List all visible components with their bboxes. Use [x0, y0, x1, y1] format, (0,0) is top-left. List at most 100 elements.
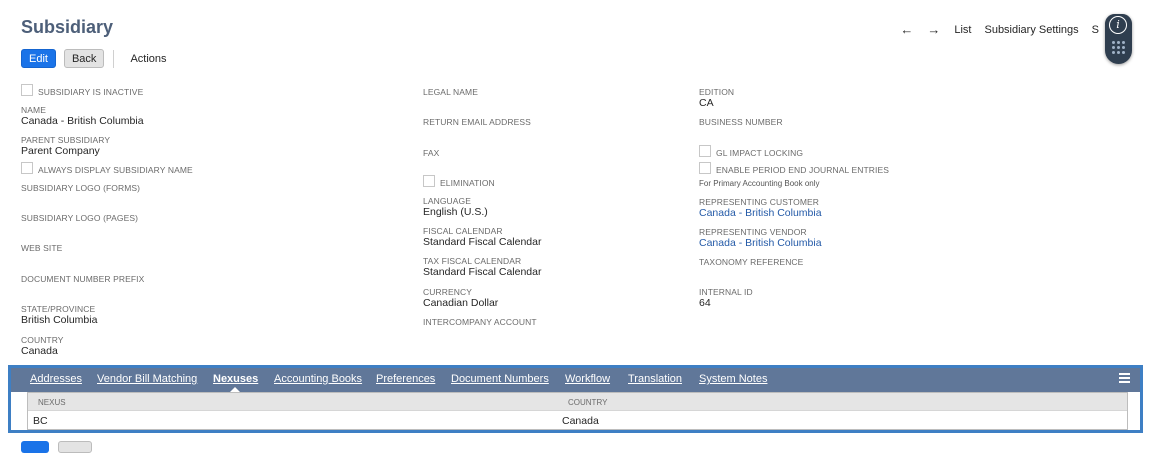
- business-number-field: BUSINESS NUMBER: [699, 117, 783, 127]
- legal-name-field: LEGAL NAME: [423, 87, 478, 97]
- bottom-button-bar: [21, 441, 92, 453]
- representing-customer-link[interactable]: Canada - British Columbia: [699, 207, 822, 220]
- tab-nexuses[interactable]: Nexuses: [213, 373, 258, 385]
- field-label: STATE/PROVINCE: [21, 304, 96, 314]
- table-cell-country: Canada: [562, 415, 599, 427]
- field-label: EDITION: [699, 87, 735, 97]
- tab-translation[interactable]: Translation: [628, 373, 682, 385]
- field-label: SUBSIDIARY LOGO (PAGES): [21, 213, 139, 223]
- edit-button-bottom[interactable]: [21, 441, 49, 453]
- field-label: REPRESENTING VENDOR: [699, 227, 807, 237]
- gl-impact-locking-checkbox[interactable]: GL IMPACT LOCKING: [699, 145, 804, 158]
- back-button[interactable]: Back: [63, 49, 105, 68]
- representing-vendor-link[interactable]: Canada - British Columbia: [699, 237, 822, 250]
- currency-field: CURRENCY Canadian Dollar: [423, 287, 498, 310]
- info-icon[interactable]: i: [1109, 16, 1127, 34]
- checkbox-box[interactable]: [423, 175, 435, 187]
- parent-subsidiary-field: PARENT SUBSIDIARY Parent Company: [21, 135, 110, 158]
- truncated-link[interactable]: S: [1092, 24, 1099, 36]
- divider: [113, 49, 115, 68]
- table-cell-nexus[interactable]: BC: [33, 415, 48, 427]
- button-bar: Edit Back Actions: [21, 49, 167, 68]
- tab-bar: Addresses Vendor Bill Matching Nexuses A…: [11, 368, 1140, 392]
- field-label: ALWAYS DISPLAY SUBSIDIARY NAME: [38, 165, 193, 175]
- field-label: COUNTRY: [21, 335, 64, 345]
- field-value: Standard Fiscal Calendar: [423, 266, 542, 278]
- name-field: NAME Canada - British Columbia: [21, 105, 144, 128]
- field-label: INTERCOMPANY ACCOUNT: [423, 317, 537, 327]
- representing-vendor-field: REPRESENTING VENDOR Canada - British Col…: [699, 227, 822, 250]
- apps-grid-icon[interactable]: [1112, 41, 1125, 54]
- field-label: GL IMPACT LOCKING: [716, 148, 804, 158]
- field-label: LEGAL NAME: [423, 87, 479, 97]
- always-display-name-checkbox[interactable]: ALWAYS DISPLAY SUBSIDIARY NAME: [21, 162, 193, 175]
- column-header-nexus[interactable]: NEXUS: [38, 398, 66, 407]
- field-label: REPRESENTING CUSTOMER: [699, 197, 820, 207]
- previous-arrow-icon[interactable]: ←: [900, 22, 913, 37]
- checkbox-box[interactable]: [699, 145, 711, 157]
- field-value: English (U.S.): [423, 206, 488, 218]
- state-province-field: STATE/PROVINCE British Columbia: [21, 304, 97, 327]
- intercompany-account-field: INTERCOMPANY ACCOUNT: [423, 317, 537, 327]
- field-label: SUBSIDIARY IS INACTIVE: [38, 87, 144, 97]
- field-label: ENABLE PERIOD END JOURNAL ENTRIES: [716, 165, 890, 175]
- tab-system-notes[interactable]: System Notes: [699, 373, 767, 385]
- checkbox-box[interactable]: [21, 162, 33, 174]
- tab-addresses[interactable]: Addresses: [30, 373, 82, 385]
- field-label: TAXONOMY REFERENCE: [699, 257, 804, 267]
- tab-document-numbers[interactable]: Document Numbers: [451, 373, 549, 385]
- field-label: SUBSIDIARY LOGO (FORMS): [21, 183, 141, 193]
- record-navigation: ← → List Subsidiary Settings S: [900, 22, 1112, 37]
- logo-pages-field: SUBSIDIARY LOGO (PAGES): [21, 213, 138, 223]
- elimination-checkbox[interactable]: ELIMINATION: [423, 175, 495, 188]
- actions-menu[interactable]: Actions: [130, 53, 166, 65]
- field-label: CURRENCY: [423, 287, 472, 297]
- column-header-country[interactable]: COUNTRY: [568, 398, 607, 407]
- nexus-table: NEXUS COUNTRY BC Canada: [27, 392, 1128, 430]
- subtab-panel: Addresses Vendor Bill Matching Nexuses A…: [8, 365, 1143, 433]
- field-label: LANGUAGE: [423, 196, 472, 206]
- field-label: WEB SITE: [21, 243, 63, 253]
- field-label: BUSINESS NUMBER: [699, 117, 783, 127]
- field-value: Canada - British Columbia: [21, 115, 144, 127]
- page-title: Subsidiary: [21, 17, 114, 37]
- field-value: Canadian Dollar: [423, 297, 499, 309]
- menu-icon[interactable]: [1119, 373, 1130, 385]
- document-prefix-field: DOCUMENT NUMBER PREFIX: [21, 274, 144, 284]
- field-label: PARENT SUBSIDIARY: [21, 135, 111, 145]
- field-value: British Columbia: [21, 314, 98, 326]
- return-email-field: RETURN EMAIL ADDRESS: [423, 117, 531, 127]
- fax-field: FAX: [423, 148, 439, 158]
- field-label: RETURN EMAIL ADDRESS: [423, 117, 531, 127]
- tab-preferences[interactable]: Preferences: [376, 373, 435, 385]
- internal-id-field: INTERNAL ID 64: [699, 287, 753, 310]
- tab-workflow[interactable]: Workflow: [565, 373, 610, 385]
- edit-button[interactable]: Edit: [21, 49, 56, 68]
- field-label: TAX FISCAL CALENDAR: [423, 256, 522, 266]
- tab-vendor-bill-matching[interactable]: Vendor Bill Matching: [97, 373, 197, 385]
- field-value: Canada: [21, 345, 58, 357]
- checkbox-box[interactable]: [21, 84, 33, 96]
- taxonomy-reference-field: TAXONOMY REFERENCE: [699, 257, 803, 267]
- field-label: INTERNAL ID: [699, 287, 753, 297]
- period-end-note: For Primary Accounting Book only: [699, 179, 820, 188]
- period-end-journal-checkbox[interactable]: ENABLE PERIOD END JOURNAL ENTRIES: [699, 162, 890, 175]
- web-site-field: WEB SITE: [21, 243, 62, 253]
- field-label: NAME: [21, 105, 46, 115]
- list-link[interactable]: List: [954, 24, 971, 36]
- representing-customer-field: REPRESENTING CUSTOMER Canada - British C…: [699, 197, 822, 220]
- subsidiary-inactive-checkbox[interactable]: SUBSIDIARY IS INACTIVE: [21, 84, 144, 97]
- tab-accounting-books[interactable]: Accounting Books: [274, 373, 362, 385]
- checkbox-box[interactable]: [699, 162, 711, 174]
- next-arrow-icon[interactable]: →: [927, 22, 940, 37]
- field-label: DOCUMENT NUMBER PREFIX: [21, 274, 145, 284]
- back-button-bottom[interactable]: [58, 441, 92, 453]
- field-label: FAX: [423, 148, 440, 158]
- language-field: LANGUAGE English (U.S.): [423, 196, 488, 219]
- help-widget[interactable]: i: [1105, 14, 1132, 64]
- field-label: ELIMINATION: [440, 178, 495, 188]
- field-value: CA: [699, 97, 714, 109]
- tax-fiscal-calendar-field: TAX FISCAL CALENDAR Standard Fiscal Cale…: [423, 256, 541, 279]
- subsidiary-settings-link[interactable]: Subsidiary Settings: [984, 24, 1078, 36]
- country-field: COUNTRY Canada: [21, 335, 64, 358]
